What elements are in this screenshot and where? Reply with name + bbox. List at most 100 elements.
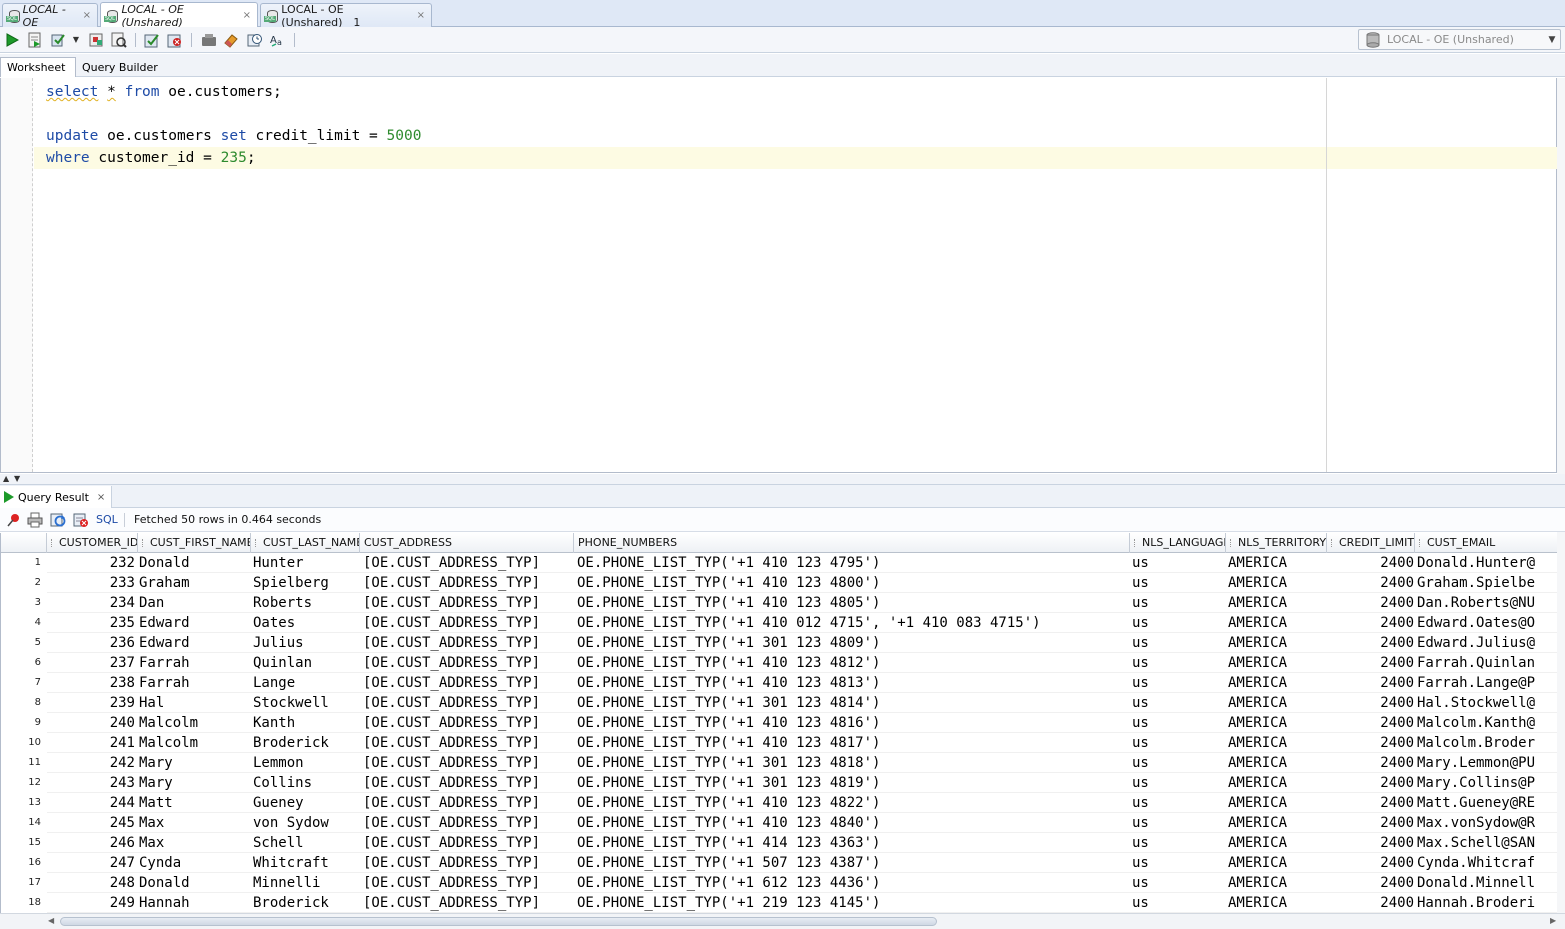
address-cell[interactable]: [OE.CUST_ADDRESS_TYP] xyxy=(363,893,573,913)
address-cell[interactable]: [OE.CUST_ADDRESS_TYP] xyxy=(363,613,573,633)
nls-territory-cell[interactable]: AMERICA xyxy=(1228,773,1325,793)
table-row[interactable]: 9 240 Malcolm Kanth [OE.CUST_ADDRESS_TYP] OE.… xyxy=(1,713,1557,733)
phone-numbers-cell[interactable]: OE.PHONE_LIST_TYP('+1 507 123 4387') xyxy=(577,853,1129,873)
panel-splitter[interactable]: ▲ ▼ xyxy=(0,474,1565,484)
address-cell[interactable]: [OE.CUST_ADDRESS_TYP] xyxy=(363,793,573,813)
phone-numbers-cell[interactable]: OE.PHONE_LIST_TYP('+1 410 123 4813') xyxy=(577,673,1129,693)
sql-editor[interactable]: select * from oe.customers; update oe.cu… xyxy=(0,78,1557,473)
nls-territory-cell[interactable]: AMERICA xyxy=(1228,833,1325,853)
credit-limit-cell[interactable]: 2400 xyxy=(1329,873,1414,893)
email-cell[interactable]: Edward.Julius@ xyxy=(1417,633,1557,653)
sql-history-icon[interactable] xyxy=(246,31,263,48)
first-name-cell[interactable]: Graham xyxy=(139,573,249,593)
phone-numbers-cell[interactable]: OE.PHONE_LIST_TYP('+1 410 123 4840') xyxy=(577,813,1129,833)
nls-territory-cell[interactable]: AMERICA xyxy=(1228,573,1325,593)
nls-territory-cell[interactable]: AMERICA xyxy=(1228,693,1325,713)
delete-rows-icon[interactable] xyxy=(73,512,89,528)
address-cell[interactable]: [OE.CUST_ADDRESS_TYP] xyxy=(363,633,573,653)
scroll-right-icon[interactable]: ▶ xyxy=(1550,916,1556,925)
commit-transaction-icon[interactable] xyxy=(143,31,160,48)
table-row[interactable]: 5 236 Edward Julius [OE.CUST_ADDRESS_TYP] OE.… xyxy=(1,633,1557,653)
table-row[interactable]: 3 234 Dan Roberts [OE.CUST_ADDRESS_TYP] OE.PH… xyxy=(1,593,1557,613)
close-icon[interactable]: × xyxy=(83,10,91,21)
first-name-cell[interactable]: Donald xyxy=(139,553,249,573)
customer-id-cell[interactable]: 247 xyxy=(47,853,135,873)
tab-query-builder[interactable]: Query Builder xyxy=(76,57,164,77)
customer-id-cell[interactable]: 235 xyxy=(47,613,135,633)
close-icon[interactable]: × xyxy=(97,492,105,503)
nls-territory-cell[interactable]: AMERICA xyxy=(1228,653,1325,673)
nls-language-cell[interactable]: us xyxy=(1132,653,1224,673)
nls-language-cell[interactable]: us xyxy=(1132,873,1224,893)
customer-id-cell[interactable]: 236 xyxy=(47,633,135,653)
close-icon[interactable]: × xyxy=(243,10,251,21)
autotrace-icon[interactable] xyxy=(110,31,127,48)
phone-numbers-cell[interactable]: OE.PHONE_LIST_TYP('+1 410 012 4715', '+1… xyxy=(577,613,1129,633)
address-cell[interactable]: [OE.CUST_ADDRESS_TYP] xyxy=(363,733,573,753)
customer-id-cell[interactable]: 244 xyxy=(47,793,135,813)
email-cell[interactable]: Max.Schell@SAN xyxy=(1417,833,1557,853)
email-cell[interactable]: Farrah.Lange@P xyxy=(1417,673,1557,693)
table-row[interactable]: 6 237 Farrah Quinlan [OE.CUST_ADDRESS_TYP] OE… xyxy=(1,653,1557,673)
format-sql-icon[interactable]: Aa xyxy=(269,31,286,48)
table-row[interactable]: 13 244 Matt Gueney [OE.CUST_ADDRESS_TYP] OE.P… xyxy=(1,793,1557,813)
explain-plan-icon[interactable] xyxy=(88,31,105,48)
first-name-cell[interactable]: Malcolm xyxy=(139,733,249,753)
customer-id-cell[interactable]: 239 xyxy=(47,693,135,713)
first-name-cell[interactable]: Max xyxy=(139,813,249,833)
credit-limit-cell[interactable]: 2400 xyxy=(1329,753,1414,773)
credit-limit-cell[interactable]: 2400 xyxy=(1329,653,1414,673)
credit-limit-cell[interactable]: 2400 xyxy=(1329,633,1414,653)
horizontal-scrollbar[interactable]: ◀ ▶ xyxy=(0,913,1565,929)
nls-territory-cell[interactable]: AMERICA xyxy=(1228,593,1325,613)
email-cell[interactable]: Cynda.Whitcraf xyxy=(1417,853,1557,873)
credit-limit-cell[interactable]: 2400 xyxy=(1329,893,1414,913)
first-name-cell[interactable]: Matt xyxy=(139,793,249,813)
phone-numbers-cell[interactable]: OE.PHONE_LIST_TYP('+1 301 123 4809') xyxy=(577,633,1129,653)
nls-territory-cell[interactable]: AMERICA xyxy=(1228,793,1325,813)
nls-territory-cell[interactable]: AMERICA xyxy=(1228,853,1325,873)
credit-limit-cell[interactable]: 2400 xyxy=(1329,853,1414,873)
close-icon[interactable]: × xyxy=(417,10,425,21)
customer-id-cell[interactable]: 245 xyxy=(47,813,135,833)
connection-select[interactable]: LOCAL - OE (Unshared) ▼ xyxy=(1358,29,1561,50)
phone-numbers-cell[interactable]: OE.PHONE_LIST_TYP('+1 410 123 4795') xyxy=(577,553,1129,573)
column-header[interactable]: CUSTOMER_ID xyxy=(47,533,138,553)
table-row[interactable]: 4 235 Edward Oates [OE.CUST_ADDRESS_TYP] OE.P… xyxy=(1,613,1557,633)
address-cell[interactable]: [OE.CUST_ADDRESS_TYP] xyxy=(363,753,573,773)
nls-language-cell[interactable]: us xyxy=(1132,673,1224,693)
phone-numbers-cell[interactable]: OE.PHONE_LIST_TYP('+1 410 123 4812') xyxy=(577,653,1129,673)
email-cell[interactable]: Hannah.Broderi xyxy=(1417,893,1557,913)
nls-language-cell[interactable]: us xyxy=(1132,773,1224,793)
scroll-left-icon[interactable]: ◀ xyxy=(48,916,54,925)
customer-id-cell[interactable]: 234 xyxy=(47,593,135,613)
last-name-cell[interactable]: Quinlan xyxy=(253,653,359,673)
nls-language-cell[interactable]: us xyxy=(1132,553,1224,573)
clear-eraser-icon[interactable] xyxy=(222,31,239,48)
last-name-cell[interactable]: Schell xyxy=(253,833,359,853)
first-name-cell[interactable]: Farrah xyxy=(139,673,249,693)
phone-numbers-cell[interactable]: OE.PHONE_LIST_TYP('+1 410 123 4822') xyxy=(577,793,1129,813)
address-cell[interactable]: [OE.CUST_ADDRESS_TYP] xyxy=(363,853,573,873)
expand-up-icon[interactable]: ▲ xyxy=(3,474,9,483)
phone-numbers-cell[interactable]: OE.PHONE_LIST_TYP('+1 301 123 4818') xyxy=(577,753,1129,773)
nls-language-cell[interactable]: us xyxy=(1132,733,1224,753)
last-name-cell[interactable]: Gueney xyxy=(253,793,359,813)
last-name-cell[interactable]: Spielberg xyxy=(253,573,359,593)
column-header[interactable]: CREDIT_LIMIT xyxy=(1327,533,1415,553)
first-name-cell[interactable]: Malcolm xyxy=(139,713,249,733)
nls-language-cell[interactable]: us xyxy=(1132,693,1224,713)
email-cell[interactable]: Edward.Oates@O xyxy=(1417,613,1557,633)
first-name-cell[interactable]: Dan xyxy=(139,593,249,613)
table-row[interactable]: 11 242 Mary Lemmon [OE.CUST_ADDRESS_TYP] OE.P… xyxy=(1,753,1557,773)
last-name-cell[interactable]: Roberts xyxy=(253,593,359,613)
address-cell[interactable]: [OE.CUST_ADDRESS_TYP] xyxy=(363,773,573,793)
credit-limit-cell[interactable]: 2400 xyxy=(1329,693,1414,713)
table-row[interactable]: 15 246 Max Schell [OE.CUST_ADDRESS_TYP] OE.PH… xyxy=(1,833,1557,853)
address-cell[interactable]: [OE.CUST_ADDRESS_TYP] xyxy=(363,573,573,593)
customer-id-cell[interactable]: 242 xyxy=(47,753,135,773)
column-header[interactable]: CUST_LAST_NAME xyxy=(251,533,360,553)
address-cell[interactable]: [OE.CUST_ADDRESS_TYP] xyxy=(363,593,573,613)
email-cell[interactable]: Mary.Lemmon@PU xyxy=(1417,753,1557,773)
customer-id-cell[interactable]: 241 xyxy=(47,733,135,753)
